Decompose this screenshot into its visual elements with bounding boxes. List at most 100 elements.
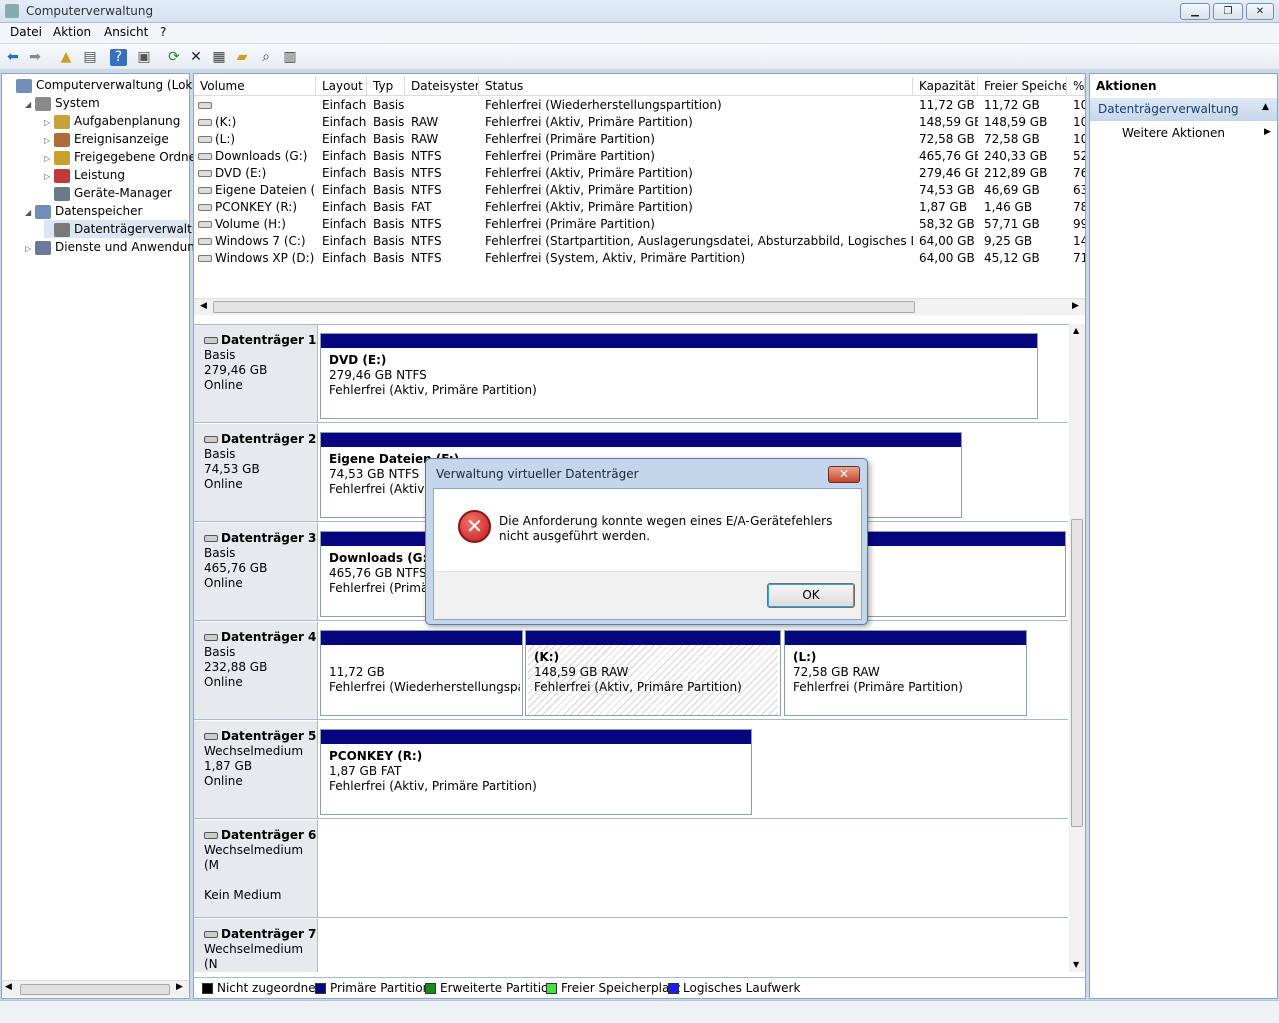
table-row[interactable]: Windows XP (D:) Einfach Basis NTFS Fehlerfre…: [194, 250, 1085, 267]
table-row[interactable]: DVD (E:) Einfach Basis NTFS Fehlerfrei (Akti…: [194, 165, 1085, 182]
tree-item[interactable]: ◢ Datenspeicher: [25, 202, 142, 220]
table-row[interactable]: Windows 7 (C:) Einfach Basis NTFS Fehlerfrei…: [194, 233, 1085, 250]
column-header[interactable]: Layout: [316, 77, 367, 96]
tree-item[interactable]: ▷ Aufgabenplanung: [44, 112, 180, 130]
scroll-up-icon[interactable]: ▲: [1073, 326, 1079, 335]
properties-icon[interactable]: ▦: [209, 47, 229, 67]
delete-icon[interactable]: ✕: [186, 47, 206, 67]
table-cell: 71: [1073, 251, 1085, 265]
legend-swatch: [668, 983, 679, 994]
ok-button[interactable]: OK: [767, 583, 855, 608]
disk-info[interactable]: Datenträger 4 Basis 232,88 GB Online: [194, 622, 318, 719]
menu-aktion[interactable]: Aktion: [48, 25, 96, 39]
disk-info[interactable]: Datenträger 1 Basis 279,46 GB Online: [194, 325, 318, 422]
partition-block[interactable]: 11,72 GBFehlerfrei (Wiederherstellungspa…: [320, 630, 523, 716]
column-header[interactable]: Kapazität: [913, 77, 978, 96]
tree-item[interactable]: ▷ Ereignisanzeige: [44, 130, 169, 148]
table-cell: Fehlerfrei (Primäre Partition): [485, 132, 655, 146]
disk-info[interactable]: Datenträger 7 Wechselmedium (N: [194, 919, 318, 972]
table-row[interactable]: Einfach Basis Fehlerfrei (Wiederherstellun…: [194, 97, 1085, 114]
scroll-down-icon[interactable]: ▼: [1073, 960, 1079, 969]
back-arrow-icon[interactable]: ⬅: [3, 47, 23, 67]
partition-block[interactable]: (L:) 72,58 GB RAW Fehlerfrei (Primäre Part…: [784, 630, 1027, 716]
search-icon[interactable]: ⌕: [256, 47, 276, 67]
refresh-icon[interactable]: ⟳: [164, 47, 184, 67]
scroll-thumb[interactable]: [20, 984, 170, 995]
tree-item[interactable]: ▷ Dienste und Anwendungen: [25, 238, 217, 256]
disk-icon: [204, 634, 218, 641]
disk-name: Datenträger 6: [204, 828, 317, 843]
table-row[interactable]: Eigene Dateien (F:) Einfach Basis NTFS Fehle…: [194, 182, 1085, 199]
table-cell: 11,72 GB: [919, 98, 975, 112]
forward-arrow-icon[interactable]: ➡: [25, 47, 45, 67]
column-header[interactable]: Typ: [367, 77, 405, 96]
minimize-button[interactable]: ▁: [1180, 3, 1210, 20]
table-cell: [194, 97, 316, 114]
show-hide-tree-icon[interactable]: ▤: [80, 47, 100, 67]
disk-name-label: Datenträger 5: [221, 729, 317, 743]
disk-name: Datenträger 5: [204, 729, 317, 744]
table-row[interactable]: (K:) Einfach Basis RAW Fehlerfrei (Aktiv, Pr…: [194, 114, 1085, 131]
table-horizontal-scrollbar[interactable]: ◀ ▶: [194, 298, 1085, 315]
tree-item[interactable]: ◢ System: [25, 94, 100, 112]
help-icon[interactable]: ?: [110, 49, 127, 66]
scroll-right-icon[interactable]: ▶: [1072, 301, 1079, 311]
partition-block[interactable]: DVD (E:) 279,46 GB NTFS Fehlerfrei (Aktiv,…: [320, 333, 1038, 419]
partition-block[interactable]: PCONKEY (R:) 1,87 GB FAT Fehlerfrei (Aktiv…: [320, 729, 752, 815]
tree-horizontal-scrollbar[interactable]: ◀ ▶: [2, 980, 189, 997]
disk-info[interactable]: Datenträger 2 Basis 74,53 GB Online: [194, 424, 318, 521]
tree-item[interactable]: ▷ Leistung: [44, 166, 125, 184]
table-row[interactable]: PCONKEY (R:) Einfach Basis FAT Fehlerfrei (A…: [194, 199, 1085, 216]
legend-item: Erweiterte Partition: [425, 978, 556, 998]
close-window-button[interactable]: ✕: [1246, 3, 1274, 20]
scroll-thumb[interactable]: [213, 301, 915, 313]
expand-arrow-icon[interactable]: ▷: [25, 240, 35, 258]
scroll-thumb[interactable]: [1071, 519, 1083, 827]
dialog-close-button[interactable]: ✕: [828, 466, 860, 483]
further-actions-item[interactable]: Weitere Aktionen ▶: [1090, 124, 1277, 144]
drive-icon: [198, 170, 212, 177]
volume-name: Downloads (G:): [215, 149, 308, 163]
table-cell: Fehlerfrei (System, Aktiv, Primäre Parti…: [485, 251, 746, 265]
tree-item[interactable]: Computerverwaltung (Lokal): [6, 76, 208, 94]
partition-status: Fehlerfrei (Wiederherstellungspartition): [329, 680, 520, 694]
tree-item[interactable]: Datenträgerverwaltung: [44, 220, 215, 238]
column-header[interactable]: %: [1067, 77, 1085, 96]
disk-info[interactable]: Datenträger 6 Wechselmedium (M Kein Medium: [194, 820, 318, 917]
tree-item[interactable]: Geräte-Manager: [44, 184, 172, 202]
column-header[interactable]: Volume: [194, 77, 316, 96]
table-cell: FAT: [411, 200, 432, 214]
partition-block[interactable]: (K:) 148,59 GB RAW Fehlerfrei (Aktiv, Prim…: [525, 630, 781, 716]
scroll-right-icon[interactable]: ▶: [176, 982, 183, 992]
actions-section[interactable]: Datenträgerverwaltung ▲: [1090, 98, 1277, 121]
expand-arrow-icon[interactable]: ◢: [25, 96, 35, 114]
graph-vertical-scrollbar[interactable]: ▲ ▼: [1069, 324, 1085, 972]
disk-info[interactable]: Datenträger 3 Basis 465,76 GB Online: [194, 523, 318, 620]
column-header[interactable]: Status: [479, 77, 913, 96]
expand-arrow-icon[interactable]: ◢: [25, 204, 35, 222]
menu-datei[interactable]: Datei: [5, 25, 47, 39]
disk-name: Datenträger 7: [204, 927, 317, 942]
column-header[interactable]: Dateisystem: [405, 77, 479, 96]
open-folder-icon[interactable]: ▰: [232, 47, 252, 67]
menu-ansicht[interactable]: Ansicht: [99, 25, 153, 39]
disk-icon: [204, 337, 218, 344]
disk-name: Datenträger 2: [204, 432, 317, 447]
table-row[interactable]: (L:) Einfach Basis RAW Fehlerfrei (Primäre P…: [194, 131, 1085, 148]
menu-help[interactable]: ?: [155, 25, 171, 39]
action-pane-icon[interactable]: ▣: [134, 47, 154, 67]
maximize-button[interactable]: ❐: [1213, 3, 1243, 20]
scroll-left-icon[interactable]: ◀: [200, 301, 207, 311]
table-cell: RAW: [411, 132, 439, 146]
volume-name: Windows 7 (C:): [215, 234, 306, 248]
table-row[interactable]: Downloads (G:) Einfach Basis NTFS Fehlerfrei…: [194, 148, 1085, 165]
column-header[interactable]: Freier Speicher: [978, 77, 1067, 96]
up-folder-icon[interactable]: ▲: [56, 47, 76, 67]
scroll-left-icon[interactable]: ◀: [5, 982, 12, 992]
collapse-icon[interactable]: ▲: [1262, 102, 1269, 112]
disk-info[interactable]: Datenträger 5 Wechselmedium 1,87 GB Online: [194, 721, 318, 818]
table-cell: 9,25 GB: [984, 234, 1033, 248]
tree-item[interactable]: ▷ Freigegebene Ordner: [44, 148, 201, 166]
export-list-icon[interactable]: ▥: [280, 47, 300, 67]
table-row[interactable]: Volume (H:) Einfach Basis NTFS Fehlerfrei (P…: [194, 216, 1085, 233]
